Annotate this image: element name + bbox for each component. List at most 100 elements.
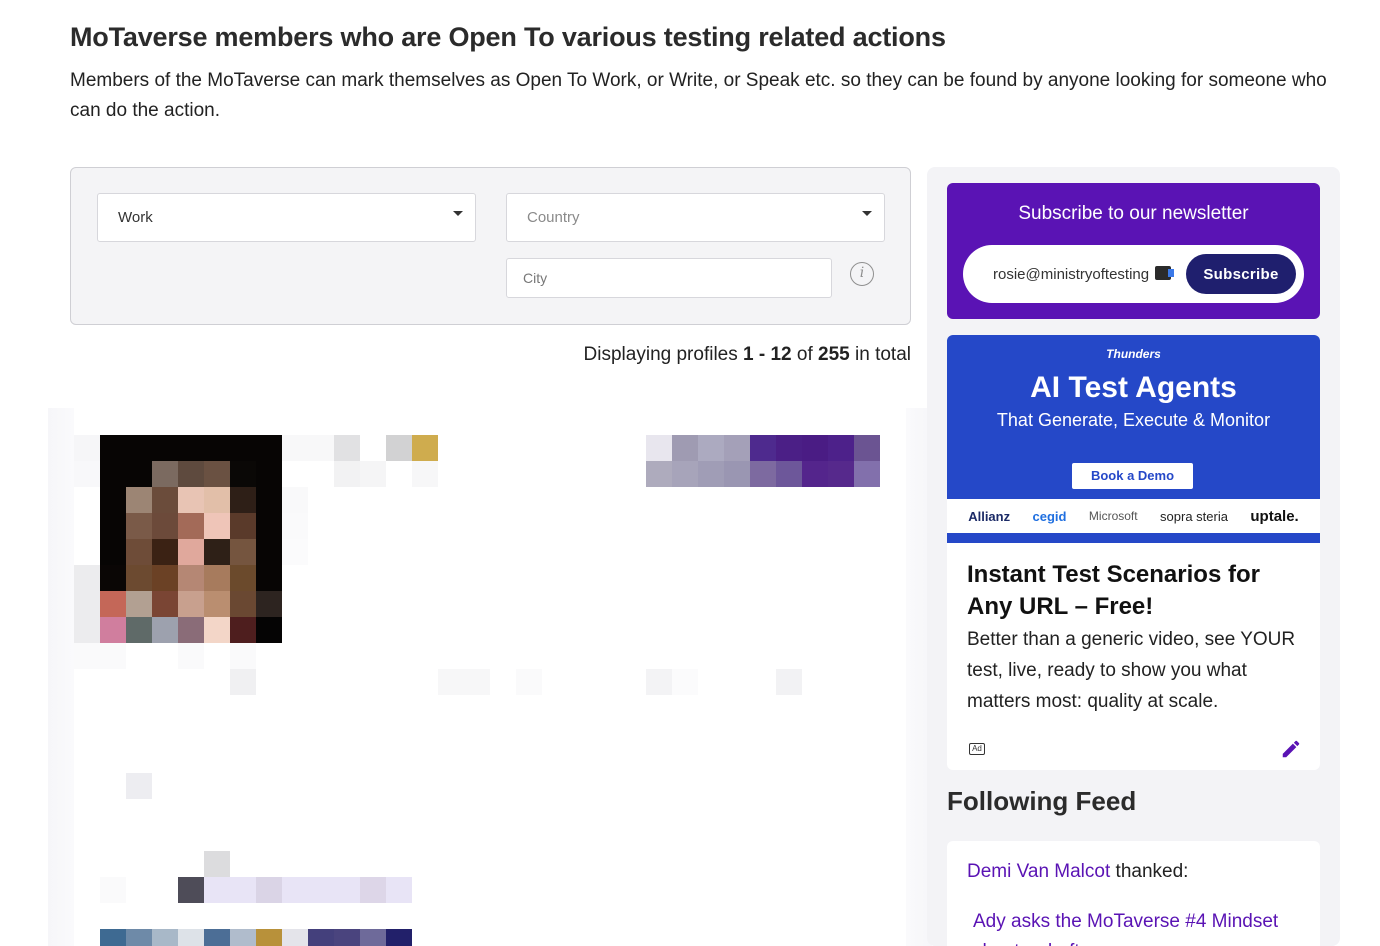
redacted-pixel-block [74, 643, 100, 669]
redacted-pixel-block [178, 929, 204, 946]
redacted-pixel-block [178, 617, 204, 643]
redacted-pixel-block [100, 617, 126, 643]
ad-title[interactable]: Instant Test Scenarios for Any URL – Fre… [967, 559, 1287, 623]
country-select[interactable]: Country [506, 193, 885, 242]
feed-line: Demi Van Malcot thanked: [967, 861, 1188, 883]
redacted-pixel-block [230, 877, 256, 903]
redacted-pixel-block [724, 461, 750, 487]
redacted-pixel-block [360, 929, 386, 946]
redacted-pixel-block [204, 487, 230, 513]
redacted-pixel-block [126, 773, 152, 799]
redacted-pixel-block [386, 929, 412, 946]
action-select[interactable]: Work [97, 193, 476, 242]
redacted-pixel-block [178, 539, 204, 565]
partner-logo-cegid: cegid [1032, 508, 1067, 524]
results-of: of [796, 344, 813, 365]
redacted-pixel-block [282, 513, 308, 539]
redacted-pixel-block [750, 435, 776, 461]
redacted-pixel-block [230, 565, 256, 591]
redacted-pixel-block [126, 565, 152, 591]
feed-title: Following Feed [947, 786, 1137, 816]
pencil-icon[interactable] [1280, 738, 1302, 760]
redacted-pixel-block [126, 435, 152, 461]
redacted-pixel-block [230, 435, 256, 461]
redacted-pixel-block [100, 539, 126, 565]
redacted-pixel-block [646, 669, 672, 695]
feed-item-link[interactable]: Ady asks the MoTaverse #4 Mindset chapte… [973, 907, 1313, 946]
redacted-pixel-block [672, 435, 698, 461]
redacted-pixel-block [776, 435, 802, 461]
redacted-pixel-block [178, 643, 204, 669]
subscribe-button[interactable]: Subscribe [1186, 254, 1296, 294]
ad-brand-logo: Thunders [1106, 347, 1161, 361]
redacted-pixel-block [152, 487, 178, 513]
redacted-pixel-block [828, 435, 854, 461]
redacted-pixel-block [464, 669, 490, 695]
redacted-pixel-block [126, 513, 152, 539]
newsletter-box: Subscribe to our newsletter Subscribe [947, 183, 1320, 319]
redacted-pixel-block [256, 435, 282, 461]
filter-panel: Work Country i [70, 167, 911, 325]
redacted-pixel-block [230, 617, 256, 643]
feed-action: thanked: [1115, 861, 1189, 882]
action-select-value: Work [118, 209, 153, 226]
redacted-pixel-block [178, 591, 204, 617]
chevron-down-icon [453, 211, 463, 216]
redacted-pixel-block [100, 929, 126, 946]
redacted-pixel-block [230, 929, 256, 946]
redacted-pixel-block [724, 435, 750, 461]
partner-logo-microsoft: Microsoft [1088, 509, 1138, 523]
redacted-pixel-block [74, 591, 100, 617]
redacted-pixel-block [152, 591, 178, 617]
redacted-pixel-block [152, 565, 178, 591]
redacted-pixel-block [74, 617, 100, 643]
book-demo-button[interactable]: Book a Demo [1072, 463, 1193, 489]
redacted-pixel-block [412, 461, 438, 487]
redacted-pixel-block [178, 487, 204, 513]
city-input[interactable] [506, 258, 832, 298]
ad-subheadline: That Generate, Execute & Monitor [996, 410, 1271, 430]
redacted-pixel-block [126, 929, 152, 946]
newsletter-email-input[interactable] [993, 259, 1169, 289]
password-manager-icon[interactable] [1155, 266, 1174, 280]
redacted-pixel-block [256, 539, 282, 565]
info-icon[interactable]: i [850, 262, 874, 286]
redacted-pixel-block [438, 669, 464, 695]
redacted-pixel-block [152, 617, 178, 643]
feed-user-link[interactable]: Demi Van Malcot [967, 861, 1110, 882]
redacted-pixel-block [204, 929, 230, 946]
redacted-pixel-block [282, 929, 308, 946]
redacted-pixel-block [776, 669, 802, 695]
redacted-pixel-block [152, 435, 178, 461]
redacted-pixel-block [646, 461, 672, 487]
results-count: Displaying profiles 1 - 12 of 255 in tot… [584, 344, 911, 366]
redacted-pixel-block [204, 513, 230, 539]
redacted-pixel-block [230, 513, 256, 539]
partner-logo-sopra-steria: sopra steria [1160, 508, 1228, 524]
redacted-pixel-block [204, 435, 230, 461]
redacted-pixel-block [698, 435, 724, 461]
redacted-pixel-block [74, 461, 100, 487]
redacted-pixel-block [74, 435, 100, 461]
redacted-pixel-block [100, 591, 126, 617]
redacted-pixel-block [204, 877, 230, 903]
redacted-pixel-block [776, 461, 802, 487]
redacted-pixel-block [854, 435, 880, 461]
redacted-pixel-block [100, 565, 126, 591]
redacted-pixel-block [126, 487, 152, 513]
redacted-pixel-block [672, 669, 698, 695]
redacted-pixel-block [204, 565, 230, 591]
redacted-pixel-block [126, 617, 152, 643]
redacted-pixel-block [308, 877, 334, 903]
ad-headline: AI Test Agents [1030, 371, 1237, 404]
redacted-pixel-block [256, 461, 282, 487]
redacted-pixel-block [802, 461, 828, 487]
redacted-pixel-block [152, 513, 178, 539]
ad-banner[interactable]: Thunders AI Test Agents That Generate, E… [947, 335, 1320, 543]
ad-card[interactable]: Thunders AI Test Agents That Generate, E… [947, 335, 1320, 770]
page-title: MoTaverse members who are Open To variou… [70, 22, 946, 52]
page-description: Members of the MoTaverse can mark themse… [70, 70, 1327, 121]
redacted-pixel-block [334, 435, 360, 461]
redacted-pixel-block [516, 669, 542, 695]
redacted-pixel-block [256, 929, 282, 946]
